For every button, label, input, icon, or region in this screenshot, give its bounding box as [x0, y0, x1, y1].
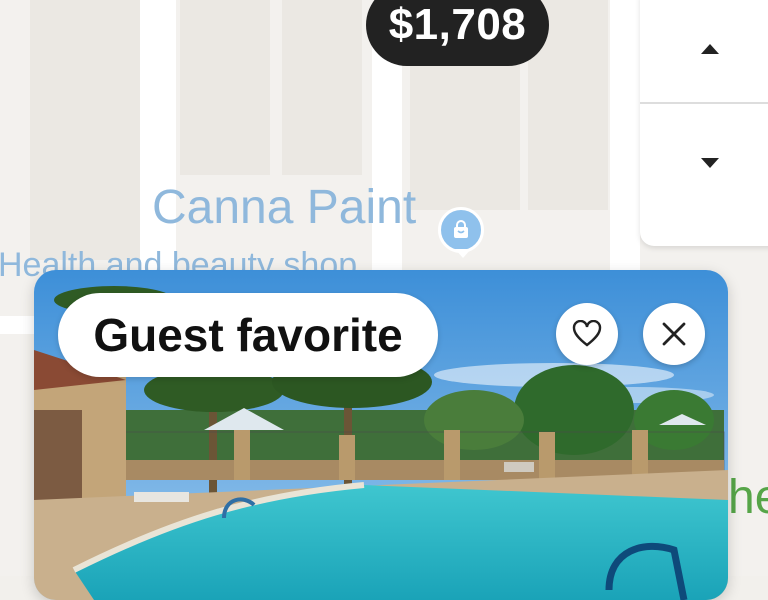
poi-marker[interactable] — [438, 207, 484, 258]
map-block — [282, 0, 362, 175]
shopping-bag-icon — [454, 220, 468, 238]
map-block — [410, 60, 520, 210]
close-button[interactable] — [643, 303, 705, 365]
zoom-divider — [640, 102, 768, 104]
map-block — [30, 0, 140, 260]
zoom-out-button[interactable] — [640, 108, 768, 218]
guest-favorite-badge: Guest favorite — [58, 293, 438, 377]
zoom-in-button[interactable] — [640, 0, 768, 104]
price-pin[interactable]: $1,708 — [366, 0, 549, 66]
map-zoom-controls — [640, 0, 768, 246]
map-label-partial: he — [728, 471, 768, 524]
map-road — [372, 40, 402, 290]
poi-name[interactable]: Canna Paint — [152, 180, 416, 235]
close-icon — [662, 322, 686, 346]
map-road — [610, 0, 640, 290]
map-block — [180, 0, 270, 175]
favorite-button[interactable] — [556, 303, 618, 365]
triangle-down-icon — [701, 158, 719, 168]
heart-icon — [572, 320, 602, 347]
triangle-up-icon — [701, 44, 719, 54]
